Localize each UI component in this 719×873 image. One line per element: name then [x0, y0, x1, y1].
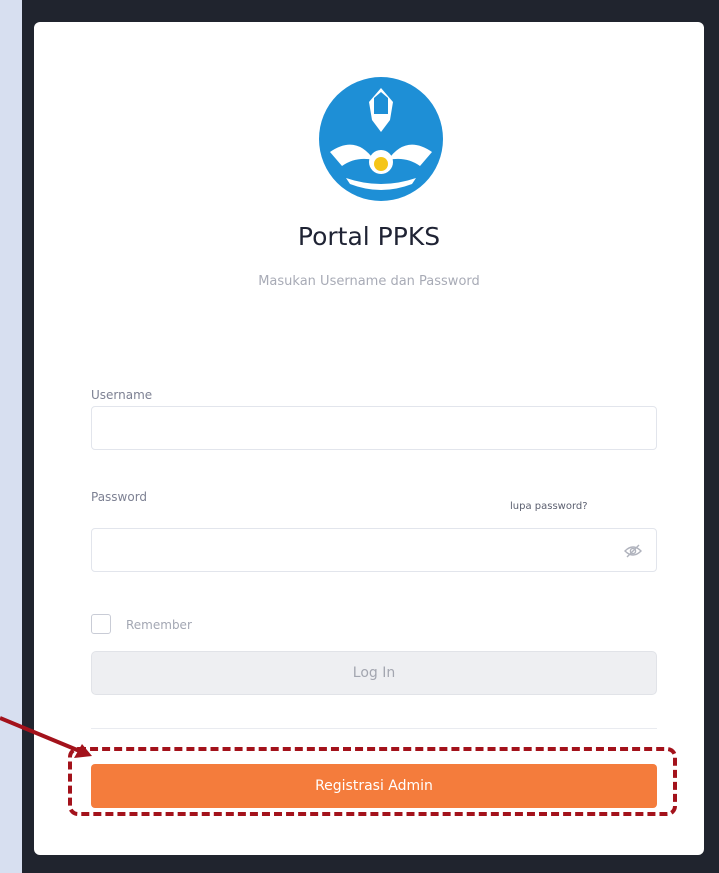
page-title: Portal PPKS [297, 222, 441, 251]
username-input[interactable] [91, 406, 657, 450]
username-label: Username [91, 388, 153, 402]
remember-checkbox[interactable] [91, 614, 111, 634]
password-label: Password [91, 490, 148, 504]
login-card: Portal PPKS Masukan Username dan Passwor… [34, 22, 704, 855]
divider [91, 728, 657, 729]
forgot-password-link[interactable]: lupa password? [510, 501, 588, 512]
pointer-arrow-icon [0, 716, 92, 758]
eye-slash-icon[interactable] [624, 542, 642, 560]
page-subtitle: Masukan Username dan Password [258, 274, 480, 289]
password-field[interactable] [91, 528, 657, 572]
remember-label: Remember [126, 618, 192, 632]
login-button[interactable]: Log In [91, 651, 657, 695]
tut-wuri-handayani-logo [319, 77, 443, 201]
highlight-box [68, 747, 677, 816]
